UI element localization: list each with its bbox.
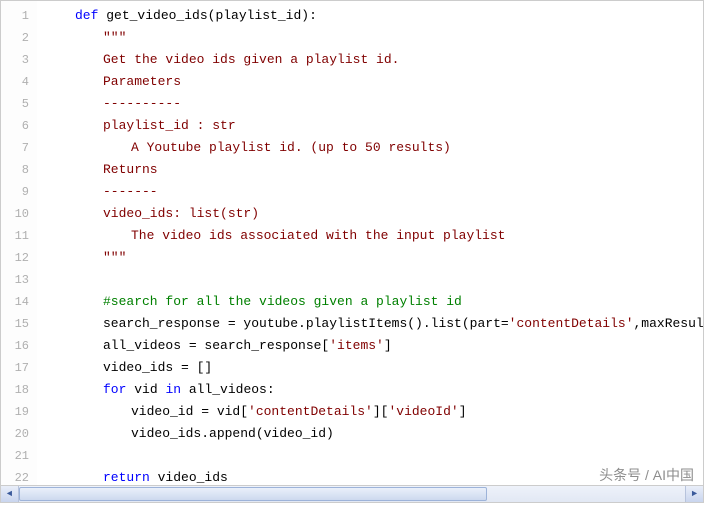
line-number: 2: [1, 27, 29, 49]
code-token: in: [165, 382, 188, 397]
code-token: ):: [301, 8, 317, 23]
code-line[interactable]: Parameters: [47, 71, 703, 93]
code-token: 'videoId': [388, 404, 458, 419]
code-token: return: [103, 470, 158, 485]
scroll-thumb[interactable]: [19, 487, 487, 501]
line-number: 21: [1, 445, 29, 467]
code-line[interactable]: #search for all the videos given a playl…: [47, 291, 703, 313]
code-token: def: [75, 8, 106, 23]
code-line[interactable]: Get the video ids given a playlist id.: [47, 49, 703, 71]
code-token: all_videos = search_response[: [103, 338, 329, 353]
code-line[interactable]: ----------: [47, 93, 703, 115]
line-number: 7: [1, 137, 29, 159]
code-token: search_response = youtube.playlistItems(…: [103, 316, 509, 331]
scroll-track[interactable]: [19, 486, 685, 502]
code-token: ][: [373, 404, 389, 419]
code-token: video_ids: [158, 470, 228, 485]
code-token: video_id = vid[: [131, 404, 248, 419]
line-number: 19: [1, 401, 29, 423]
code-token: -------: [103, 184, 158, 199]
code-line[interactable]: [47, 269, 703, 291]
code-line[interactable]: video_id = vid['contentDetails']['videoI…: [47, 401, 703, 423]
code-token: for: [103, 382, 134, 397]
code-token: ]: [384, 338, 392, 353]
code-line[interactable]: -------: [47, 181, 703, 203]
code-line[interactable]: A Youtube playlist id. (up to 50 results…: [47, 137, 703, 159]
code-line[interactable]: [47, 445, 703, 467]
line-number: 3: [1, 49, 29, 71]
line-number: 13: [1, 269, 29, 291]
line-number-gutter: 12345678910111213141516171819202122: [1, 1, 37, 485]
line-number: 18: [1, 379, 29, 401]
code-line[interactable]: The video ids associated with the input …: [47, 225, 703, 247]
code-line[interactable]: Returns: [47, 159, 703, 181]
code-line[interactable]: video_ids = []: [47, 357, 703, 379]
code-line[interactable]: video_ids.append(video_id): [47, 423, 703, 445]
line-number: 15: [1, 313, 29, 335]
code-token: video_ids = []: [103, 360, 212, 375]
code-token: The video ids associated with the input …: [131, 228, 505, 243]
line-number: 10: [1, 203, 29, 225]
code-token: Get the video ids given a playlist id.: [103, 52, 399, 67]
code-token: """: [103, 30, 126, 45]
code-line[interactable]: for vid in all_videos:: [47, 379, 703, 401]
line-number: 17: [1, 357, 29, 379]
code-token: all_videos:: [189, 382, 275, 397]
code-token: playlist_id: [215, 8, 301, 23]
code-token: video_ids.append(video_id): [131, 426, 334, 441]
line-number: 1: [1, 5, 29, 27]
code-line[interactable]: """: [47, 27, 703, 49]
code-line[interactable]: def get_video_ids(playlist_id):: [47, 5, 703, 27]
code-token: A Youtube playlist id. (up to 50 results…: [131, 140, 451, 155]
code-token: Parameters: [103, 74, 181, 89]
scroll-right-button[interactable]: ►: [685, 486, 703, 502]
code-token: """: [103, 250, 126, 265]
code-editor[interactable]: 12345678910111213141516171819202122 def …: [0, 0, 704, 486]
code-token: ,maxResults=: [634, 316, 704, 331]
code-line[interactable]: return video_ids: [47, 467, 703, 485]
code-line[interactable]: playlist_id : str: [47, 115, 703, 137]
line-number: 22: [1, 467, 29, 486]
line-number: 8: [1, 159, 29, 181]
line-number: 9: [1, 181, 29, 203]
code-token: get_video_ids: [106, 8, 207, 23]
code-line[interactable]: all_videos = search_response['items']: [47, 335, 703, 357]
code-line[interactable]: search_response = youtube.playlistItems(…: [47, 313, 703, 335]
code-token: ]: [459, 404, 467, 419]
line-number: 12: [1, 247, 29, 269]
code-token: 'contentDetails': [248, 404, 373, 419]
line-number: 11: [1, 225, 29, 247]
code-token: video_ids: list(str): [103, 206, 259, 221]
code-line[interactable]: video_ids: list(str): [47, 203, 703, 225]
code-token: ----------: [103, 96, 181, 111]
code-token: 'contentDetails': [509, 316, 634, 331]
horizontal-scrollbar[interactable]: ◄ ►: [0, 486, 704, 503]
code-token: Returns: [103, 162, 158, 177]
line-number: 6: [1, 115, 29, 137]
code-token: 'items': [329, 338, 384, 353]
line-number: 4: [1, 71, 29, 93]
code-token: #search for all the videos given a playl…: [103, 294, 462, 309]
line-number: 16: [1, 335, 29, 357]
code-token: playlist_id : str: [103, 118, 236, 133]
line-number: 14: [1, 291, 29, 313]
line-number: 5: [1, 93, 29, 115]
scroll-left-button[interactable]: ◄: [1, 486, 19, 502]
code-area[interactable]: def get_video_ids(playlist_id): """ Get th…: [37, 1, 703, 485]
line-number: 20: [1, 423, 29, 445]
code-token: vid: [134, 382, 165, 397]
code-line[interactable]: """: [47, 247, 703, 269]
